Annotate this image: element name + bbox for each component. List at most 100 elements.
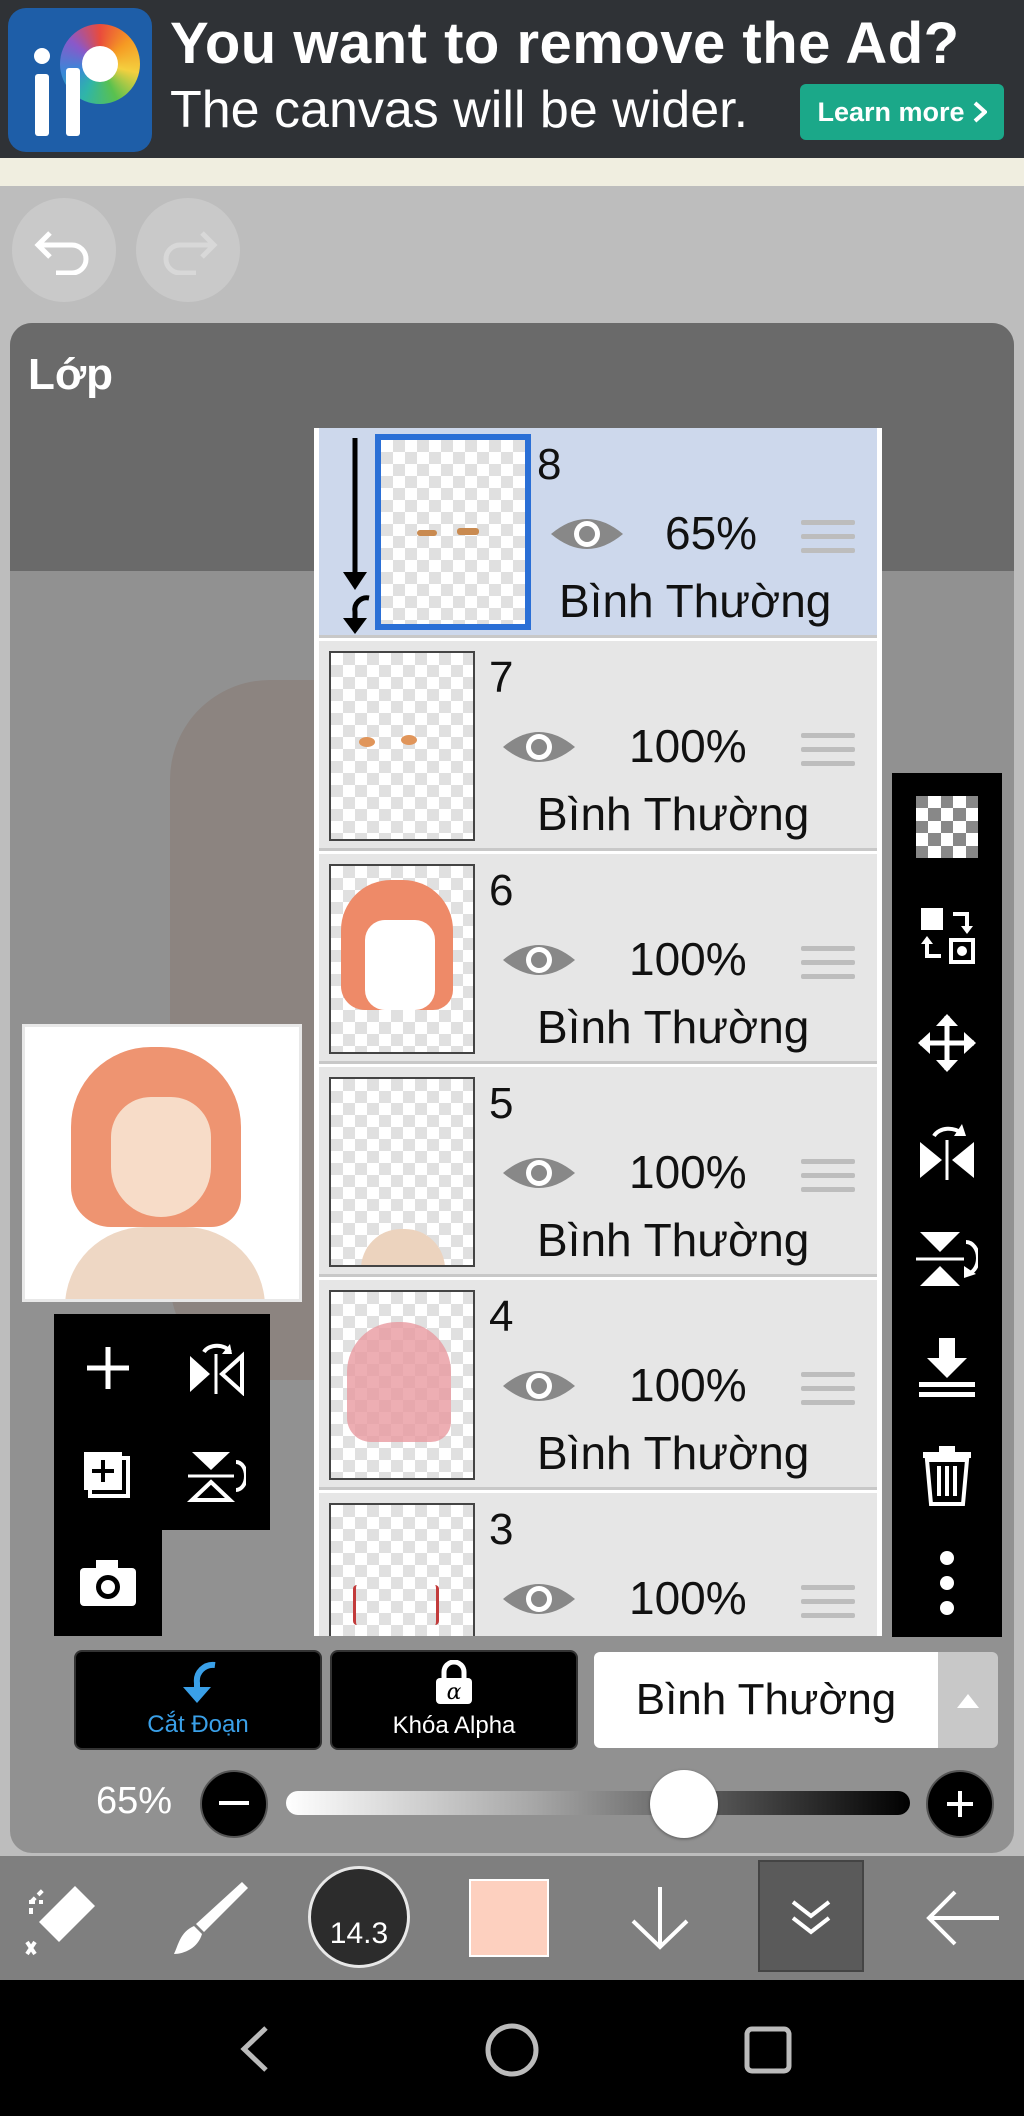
clipping-arrow-icon [343, 438, 370, 634]
flip-horizontal-icon[interactable] [892, 1097, 1002, 1205]
undo-icon [34, 231, 89, 275]
layer-row[interactable]: 8 65% Bình Thường [319, 428, 877, 638]
layer-number: 3 [489, 1505, 514, 1554]
opacity-slider[interactable] [286, 1791, 910, 1815]
canvas-preview[interactable] [22, 1024, 302, 1302]
ad-divider [0, 158, 1024, 186]
learn-more-button[interactable]: Learn more [800, 84, 1004, 140]
add-layer-icon[interactable] [54, 1314, 162, 1422]
alpha-lock-button[interactable]: α Khóa Alpha [330, 1650, 578, 1750]
layer-thumbnail [329, 1503, 475, 1636]
preview-face [111, 1097, 211, 1217]
layer-blend-mode: Bình Thường [559, 575, 832, 627]
layer-mini-toolbar [54, 1314, 270, 1530]
layer-thumbnail [375, 434, 531, 630]
clipping-label: Cắt Đoạn [147, 1711, 249, 1738]
drag-handle-icon[interactable] [801, 733, 855, 777]
eye-icon[interactable] [501, 938, 577, 982]
undo-button[interactable] [12, 198, 116, 302]
eye-icon[interactable] [501, 1151, 577, 1195]
layer-list[interactable]: 8 65% Bình Thường 7 100% Bình Thường 6 1… [314, 428, 882, 1636]
layer-row[interactable]: 7 100% Bình Thường [319, 641, 877, 851]
lock-alpha-icon: α [436, 1660, 472, 1705]
nav-home-icon[interactable] [484, 2022, 540, 2078]
preview-body [65, 1227, 265, 1299]
panel-title: Lớp [28, 350, 114, 399]
blend-mode-dropdown[interactable] [938, 1652, 998, 1748]
eye-icon[interactable] [501, 1364, 577, 1408]
blend-mode-select[interactable]: Bình Thường [594, 1652, 938, 1748]
layer-opacity: 100% [629, 1572, 747, 1624]
layer-number: 5 [489, 1079, 514, 1128]
transfer-icon[interactable] [892, 881, 1002, 989]
opacity-increase-button[interactable] [926, 1770, 994, 1838]
eye-icon[interactable] [501, 1577, 577, 1621]
alpha-lock-label: Khóa Alpha [392, 1712, 516, 1739]
layer-tools-toolbar [892, 773, 1002, 1637]
layer-row[interactable]: 4 100% Bình Thường [319, 1280, 877, 1490]
merge-down-icon[interactable] [892, 1313, 1002, 1421]
eye-icon[interactable] [501, 725, 577, 769]
nav-back-icon[interactable] [236, 2024, 272, 2074]
duplicate-layer-icon[interactable] [54, 1422, 162, 1530]
layer-blend-mode: Bình Thường [537, 1427, 810, 1479]
learn-more-label: Learn more [817, 96, 965, 127]
flip-vertical-icon[interactable] [892, 1205, 1002, 1313]
drag-handle-icon[interactable] [801, 1585, 855, 1629]
layer-blend-mode: Bình Thường [537, 1001, 810, 1053]
layer-number: 7 [489, 653, 514, 702]
more-icon[interactable] [892, 1529, 1002, 1637]
layer-opacity: 100% [629, 933, 747, 985]
flip-vertical-layer-icon[interactable] [162, 1422, 270, 1530]
clipping-icon [183, 1661, 216, 1703]
trash-icon[interactable] [892, 1421, 1002, 1529]
layer-number: 4 [489, 1292, 514, 1341]
opacity-decrease-button[interactable] [200, 1770, 268, 1838]
layer-number: 6 [489, 866, 514, 915]
drag-handle-icon[interactable] [801, 520, 855, 564]
redo-button[interactable] [136, 198, 240, 302]
layer-blend-mode: Bình Thường [537, 788, 810, 840]
back-arrow-icon[interactable] [918, 1856, 1008, 1980]
layer-opacity: 100% [629, 1359, 747, 1411]
layer-thumbnail [329, 1290, 475, 1480]
chevron-right-icon [973, 101, 987, 123]
layer-opacity: 100% [629, 720, 747, 772]
layer-thumbnail [329, 1077, 475, 1267]
layer-opacity: 100% [629, 1146, 747, 1198]
layer-row[interactable]: 5 100% Bình Thường [319, 1067, 877, 1277]
drag-handle-icon[interactable] [801, 946, 855, 990]
plus-icon [947, 1791, 973, 1817]
opacity-slider-knob[interactable] [650, 1770, 718, 1838]
move-icon[interactable] [892, 989, 1002, 1097]
layer-thumbnail [329, 864, 475, 1054]
layer-thumbnail [329, 651, 475, 841]
eye-icon[interactable] [549, 512, 625, 556]
chevron-double-down-icon[interactable] [770, 1856, 852, 1980]
brush-icon[interactable] [160, 1856, 260, 1980]
tool-select-icon[interactable] [18, 1856, 108, 1980]
arrow-down-icon[interactable] [620, 1856, 700, 1980]
caret-up-icon [957, 1694, 979, 1708]
svg-text:α: α [447, 1680, 462, 1705]
layer-number: 8 [537, 440, 562, 489]
color-swatch[interactable] [469, 1879, 549, 1957]
camera-icon[interactable] [54, 1530, 162, 1636]
system-navigation-bar [0, 1980, 1024, 2116]
brush-size-indicator[interactable]: 14.3 [308, 1866, 410, 1968]
ad-subtitle: The canvas will be wider. [170, 81, 749, 139]
opacity-label: 65% [96, 1780, 173, 1822]
layer-blend-mode: Bình Thường [537, 1214, 810, 1266]
transparency-icon[interactable] [892, 773, 1002, 881]
ibispaint-logo-icon [8, 8, 152, 152]
ad-banner[interactable]: You want to remove the Ad? The canvas wi… [0, 0, 1024, 158]
clipping-button[interactable]: Cắt Đoạn [74, 1650, 322, 1750]
ad-title: You want to remove the Ad? [170, 11, 960, 76]
drag-handle-icon[interactable] [801, 1159, 855, 1203]
flip-layer-icon[interactable] [162, 1314, 270, 1422]
drag-handle-icon[interactable] [801, 1372, 855, 1416]
nav-recents-icon[interactable] [744, 2026, 792, 2074]
layer-row[interactable]: 6 100% Bình Thường [319, 854, 877, 1064]
layer-row[interactable]: 3 100% [319, 1493, 877, 1636]
minus-icon [219, 1801, 249, 1805]
